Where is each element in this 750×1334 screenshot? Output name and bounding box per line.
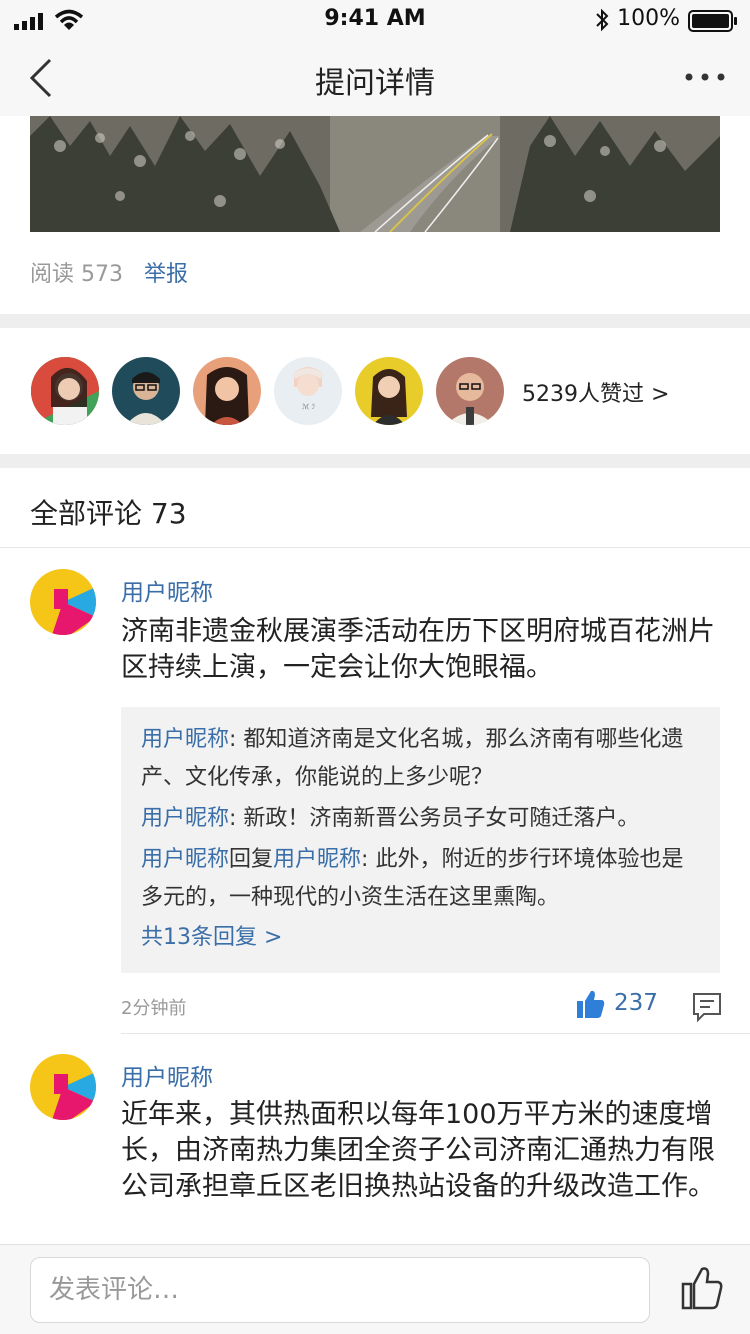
liker-avatar[interactable]: [31, 357, 99, 425]
comments-count-title: 全部评论 73: [30, 497, 187, 530]
user-avatar[interactable]: [30, 569, 96, 635]
comment-text: 近年来，其供热面积以每年100万平方米的速度增长，由济南热力集团全资子公司济南汇…: [121, 1099, 715, 1202]
more-replies-link[interactable]: 共13条回复 >: [141, 920, 700, 956]
comment-item: 用户昵称 济南非遗金秋展演季活动在历下区明府城百花洲片区持续上演，一定会让你大饱…: [0, 549, 750, 1033]
likers-count-link[interactable]: 5239人赞过 >: [522, 376, 669, 408]
page-title: 提问详情: [315, 66, 435, 101]
liker-avatar[interactable]: ℳ ℐ: [274, 357, 342, 425]
bluetooth-icon: [596, 8, 609, 32]
thumbs-up-icon: [577, 990, 605, 1018]
status-bar: 9:41 AM 100%: [0, 0, 750, 40]
read-row: 阅读 573 举报: [30, 256, 188, 288]
reply-item: 用户昵称: 新政！济南新晋公务员子女可随迁落户。: [141, 806, 640, 831]
svg-text:ℳ ℐ: ℳ ℐ: [302, 403, 316, 411]
reply-block: 用户昵称: 都知道济南是文化名城，那么济南有哪些化遗产、文化传承，你能说的上多少…: [121, 707, 720, 973]
reply-username[interactable]: 用户昵称: [141, 847, 229, 872]
report-link[interactable]: 举报: [144, 262, 188, 287]
reply-username[interactable]: 用户昵称: [141, 727, 229, 752]
like-button[interactable]: 237: [574, 988, 684, 1022]
reply-item: 用户昵称: 都知道济南是文化名城，那么济南有哪些化遗产、文化传承，你能说的上多少…: [141, 727, 684, 790]
comment-input[interactable]: [30, 1257, 650, 1323]
reply-item: 用户昵称回复用户昵称: 此外，附近的步行环境体验也是多元的，一种现代的小资生活在…: [141, 847, 684, 910]
comment-time: 2分钟前: [121, 998, 187, 1019]
more-icon[interactable]: [684, 70, 726, 84]
nav-bar: 提问详情: [0, 40, 750, 116]
article-image: [30, 116, 720, 232]
liker-avatar[interactable]: [436, 357, 504, 425]
user-avatar[interactable]: [30, 1054, 96, 1120]
read-count: 阅读 573: [30, 262, 123, 287]
reply-text: 新政！济南新晋公务员子女可随迁落户。: [243, 806, 640, 831]
section-divider: [0, 314, 750, 328]
battery-percent: 100%: [617, 6, 680, 31]
comments-header: 全部评论 73: [0, 468, 750, 548]
liker-avatar[interactable]: [193, 357, 261, 425]
reply-username[interactable]: 用户昵称: [141, 806, 229, 831]
thumbs-up-icon[interactable]: [680, 1265, 724, 1311]
bottom-bar: [0, 1244, 750, 1334]
comment-text: 济南非遗金秋展演季活动在历下区明府城百花洲片区持续上演，一定会让你大饱眼福。: [121, 616, 715, 683]
section-divider: [0, 454, 750, 468]
comment-username[interactable]: 用户昵称: [121, 573, 213, 607]
comment-reply-icon[interactable]: [690, 990, 724, 1024]
liker-avatar[interactable]: [112, 357, 180, 425]
liker-avatar[interactable]: [355, 357, 423, 425]
reply-to-username[interactable]: 用户昵称: [273, 847, 361, 872]
battery-icon: [688, 10, 737, 32]
like-count: 237: [614, 990, 658, 1016]
comment-username[interactable]: 用户昵称: [121, 1058, 213, 1092]
comment-item: 用户昵称 近年来，其供热面积以每年100万平方米的速度增长，由济南热力集团全资子…: [0, 1034, 750, 1244]
likers-row: ℳ ℐ 5239人赞过 >: [0, 328, 750, 454]
